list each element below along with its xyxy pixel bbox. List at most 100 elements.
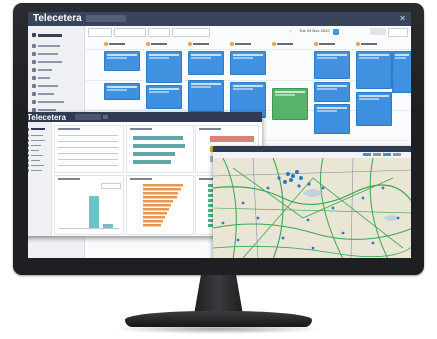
sidebar-item-label (31, 134, 43, 136)
dashboard-top-bar: Telecetera (28, 112, 262, 122)
table-row (58, 159, 118, 160)
sidebar-item-label (38, 53, 58, 55)
appointment-title (317, 54, 347, 56)
sidebar-item-label (31, 159, 40, 161)
sidebar-item[interactable] (32, 67, 52, 73)
resource-column-header[interactable] (272, 40, 302, 47)
appointment-detail (107, 57, 128, 59)
resource-column-header[interactable] (230, 40, 260, 47)
appointment-detail (359, 98, 380, 100)
chart-filter-select[interactable] (101, 183, 121, 189)
close-icon[interactable]: ✕ (399, 14, 406, 24)
sidebar-item[interactable] (32, 59, 62, 65)
calendar-icon[interactable] (333, 29, 339, 35)
appointment-block-selected[interactable] (272, 88, 308, 120)
sidebar-item[interactable] (32, 99, 64, 105)
map-layer-toggle[interactable] (383, 153, 391, 156)
chart-bar (133, 144, 185, 148)
map-layer-toggle[interactable] (373, 153, 381, 156)
appointment-detail (359, 57, 380, 59)
map-layer-toggle[interactable] (363, 153, 371, 156)
appointment-title (359, 95, 389, 97)
sidebar-icon (32, 92, 36, 96)
appointment-block[interactable] (314, 82, 350, 102)
map-layer-toggle[interactable] (393, 153, 401, 156)
appointment-block[interactable] (146, 85, 182, 109)
appointment-detail (233, 57, 254, 59)
chart-bar (133, 160, 171, 164)
filter-button[interactable] (148, 28, 170, 37)
route-map[interactable] (213, 158, 411, 258)
appointment-block[interactable] (356, 51, 392, 89)
appointment-block[interactable] (188, 80, 224, 112)
view-options-button[interactable] (172, 28, 210, 37)
sidebar-icon (32, 84, 36, 88)
resource-column-header[interactable] (188, 40, 218, 47)
map-markers (221, 170, 400, 250)
resource-column-header[interactable] (356, 40, 386, 47)
appointment-detail (149, 57, 170, 59)
appointment-title (107, 86, 137, 88)
week-view-toggle[interactable] (388, 28, 408, 37)
scheduler-top-bar: Telecetera ✕ (28, 12, 411, 26)
sidebar-item[interactable] (32, 91, 54, 97)
appointment-block[interactable] (314, 51, 350, 79)
appointment-title (317, 85, 347, 87)
appointment-block[interactable] (104, 83, 140, 100)
appointment-block[interactable] (104, 51, 140, 71)
app-logo: Telecetera (28, 113, 66, 122)
sidebar-item[interactable] (32, 43, 60, 49)
appointment-block[interactable] (188, 51, 224, 75)
sidebar-icon (32, 44, 36, 48)
chart-column (89, 196, 99, 228)
avatar (356, 41, 360, 46)
sidebar-item-label (31, 128, 45, 130)
appointment-title (233, 85, 263, 87)
chart-bar (133, 152, 175, 156)
monitor-screen: Telecetera ✕ ‹ Tue 29 Nov 2022 Teleceter… (28, 12, 411, 258)
resource-name (151, 42, 167, 45)
appointment-title (149, 88, 179, 90)
account-select[interactable] (86, 15, 126, 22)
table-row (58, 135, 118, 136)
card-title (199, 128, 221, 130)
avatar (146, 41, 150, 46)
dashboard-sidebar (28, 122, 52, 236)
appointment-block[interactable] (146, 51, 182, 83)
current-date[interactable]: Tue 29 Nov 2022 (299, 28, 330, 34)
resource-name (361, 42, 377, 45)
resource-name (319, 42, 335, 45)
chart-bar (210, 136, 254, 142)
appointment-detail (317, 88, 338, 90)
sidebar-item[interactable] (28, 167, 42, 173)
day-view-toggle[interactable] (370, 28, 386, 35)
add-button[interactable] (88, 28, 112, 37)
appointment-block[interactable] (314, 104, 350, 134)
account-select[interactable] (75, 114, 101, 120)
card-title (130, 178, 152, 180)
resource-column-header[interactable] (314, 40, 344, 47)
resource-column-header[interactable] (104, 40, 134, 47)
resource-column-header[interactable] (146, 40, 176, 47)
sidebar-item[interactable] (32, 83, 58, 89)
sidebar-item-label (38, 85, 58, 87)
appointment-block[interactable] (230, 51, 266, 75)
sidebar-icon (32, 100, 36, 104)
sidebar-icon (32, 76, 36, 80)
schedule-button[interactable] (114, 28, 146, 37)
table-row (58, 141, 118, 142)
appointment-block[interactable] (356, 92, 392, 126)
appointment-title (317, 107, 347, 109)
appointment-detail (149, 91, 170, 93)
appointment-block[interactable] (392, 51, 411, 93)
sidebar-item[interactable] (32, 75, 50, 81)
sidebar-item-label (31, 144, 41, 146)
card-title (130, 128, 152, 130)
sidebar-item-label (38, 33, 62, 37)
prev-day-icon[interactable]: ‹ (290, 29, 295, 35)
sidebar-item-label (31, 169, 42, 171)
table-row (58, 147, 118, 148)
sidebar-item[interactable] (32, 51, 58, 57)
chart-bar (133, 136, 183, 140)
sidebar-item[interactable] (32, 32, 62, 38)
